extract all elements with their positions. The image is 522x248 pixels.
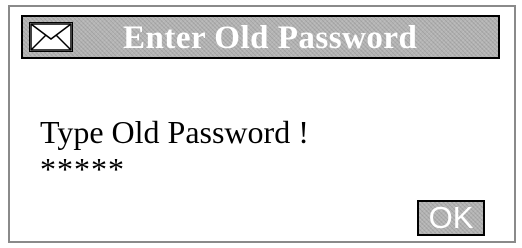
envelope-icon xyxy=(29,22,73,52)
dialog-title: Enter Old Password xyxy=(123,20,418,56)
prompt-label: Type Old Password ! xyxy=(40,114,309,150)
password-field[interactable]: ***** xyxy=(40,152,125,186)
dialog-title-bar: Enter Old Password xyxy=(21,15,500,59)
ok-button[interactable]: OK xyxy=(417,200,485,236)
